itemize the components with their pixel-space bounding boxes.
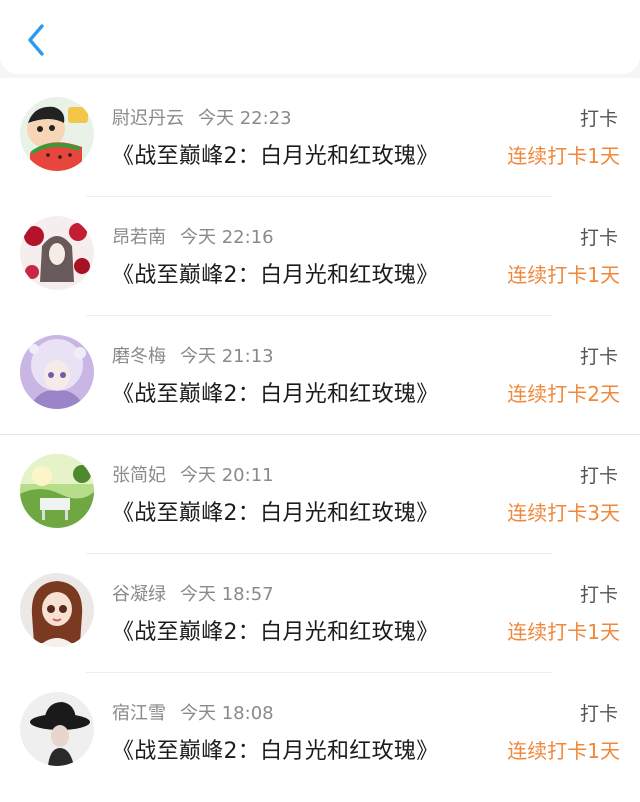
user-name: 谷凝绿 今天 18:57 bbox=[112, 584, 274, 605]
back-button[interactable] bbox=[18, 20, 54, 60]
streak-label: 连续打卡2天 bbox=[507, 382, 620, 406]
book-title: 《战至巅峰2：白月光和红玫瑰》 bbox=[112, 263, 439, 288]
purple-anime-girl-avatar[interactable] bbox=[20, 335, 94, 409]
list-item[interactable]: 磨冬梅 今天 21:13 《战至巅峰2：白月光和红玫瑰》 打卡 连续打卡2天 bbox=[0, 316, 640, 435]
red-flower-girl-avatar[interactable] bbox=[20, 216, 94, 290]
black-hat-woman-avatar[interactable] bbox=[20, 692, 94, 766]
list-item[interactable]: 昂若南 今天 22:16 《战至巅峰2：白月光和红玫瑰》 打卡 连续打卡1天 bbox=[0, 197, 640, 316]
chevron-left-icon bbox=[28, 24, 44, 56]
list-item[interactable]: 张简妃 今天 20:11 《战至巅峰2：白月光和红玫瑰》 打卡 连续打卡3天 bbox=[0, 435, 640, 554]
list-item[interactable]: 谷凝绿 今天 18:57 《战至巅峰2：白月光和红玫瑰》 打卡 连续打卡1天 bbox=[0, 554, 640, 673]
doll-avatar[interactable] bbox=[20, 573, 94, 647]
user-name: 宿江雪 今天 18:08 bbox=[112, 703, 274, 724]
checkin-time: 今天 22:23 bbox=[198, 108, 292, 129]
user-name: 张简妃 今天 20:11 bbox=[112, 465, 274, 486]
user-name: 昂若南 今天 22:16 bbox=[112, 227, 274, 248]
book-title: 《战至巅峰2：白月光和红玫瑰》 bbox=[112, 382, 439, 407]
streak-label: 连续打卡3天 bbox=[507, 501, 620, 525]
green-landscape-avatar[interactable] bbox=[20, 454, 94, 528]
checkin-time: 今天 18:08 bbox=[180, 703, 274, 724]
streak-label: 连续打卡1天 bbox=[507, 144, 620, 168]
checkin-time: 今天 22:16 bbox=[180, 227, 274, 248]
checkin-label: 打卡 bbox=[579, 703, 618, 725]
user-name: 磨冬梅 今天 21:13 bbox=[112, 346, 274, 367]
cartoon-boy-avatar[interactable] bbox=[20, 97, 94, 171]
book-title: 《战至巅峰2：白月光和红玫瑰》 bbox=[112, 739, 439, 764]
list-item[interactable]: 宿江雪 今天 18:08 《战至巅峰2：白月光和红玫瑰》 打卡 连续打卡1天 bbox=[0, 673, 640, 792]
checkin-label: 打卡 bbox=[579, 584, 618, 606]
book-title: 《战至巅峰2：白月光和红玫瑰》 bbox=[112, 501, 439, 526]
list-item[interactable]: 尉迟丹云 今天 22:23 《战至巅峰2：白月光和红玫瑰》 打卡 连续打卡1天 bbox=[0, 78, 640, 197]
checkin-time: 今天 21:13 bbox=[180, 346, 274, 367]
top-bar bbox=[0, 0, 640, 74]
checkin-label: 打卡 bbox=[579, 346, 618, 368]
checkin-time: 今天 20:11 bbox=[180, 465, 274, 486]
checkin-list: 尉迟丹云 今天 22:23 《战至巅峰2：白月光和红玫瑰》 打卡 连续打卡1天 昂… bbox=[0, 78, 640, 802]
streak-label: 连续打卡1天 bbox=[507, 620, 620, 644]
book-title: 《战至巅峰2：白月光和红玫瑰》 bbox=[112, 144, 439, 169]
user-name: 尉迟丹云 今天 22:23 bbox=[112, 108, 292, 129]
checkin-label: 打卡 bbox=[579, 108, 618, 130]
streak-label: 连续打卡1天 bbox=[507, 263, 620, 287]
checkin-time: 今天 18:57 bbox=[180, 584, 274, 605]
book-title: 《战至巅峰2：白月光和红玫瑰》 bbox=[112, 620, 439, 645]
checkin-label: 打卡 bbox=[579, 465, 618, 487]
checkin-label: 打卡 bbox=[579, 227, 618, 249]
streak-label: 连续打卡1天 bbox=[507, 739, 620, 763]
